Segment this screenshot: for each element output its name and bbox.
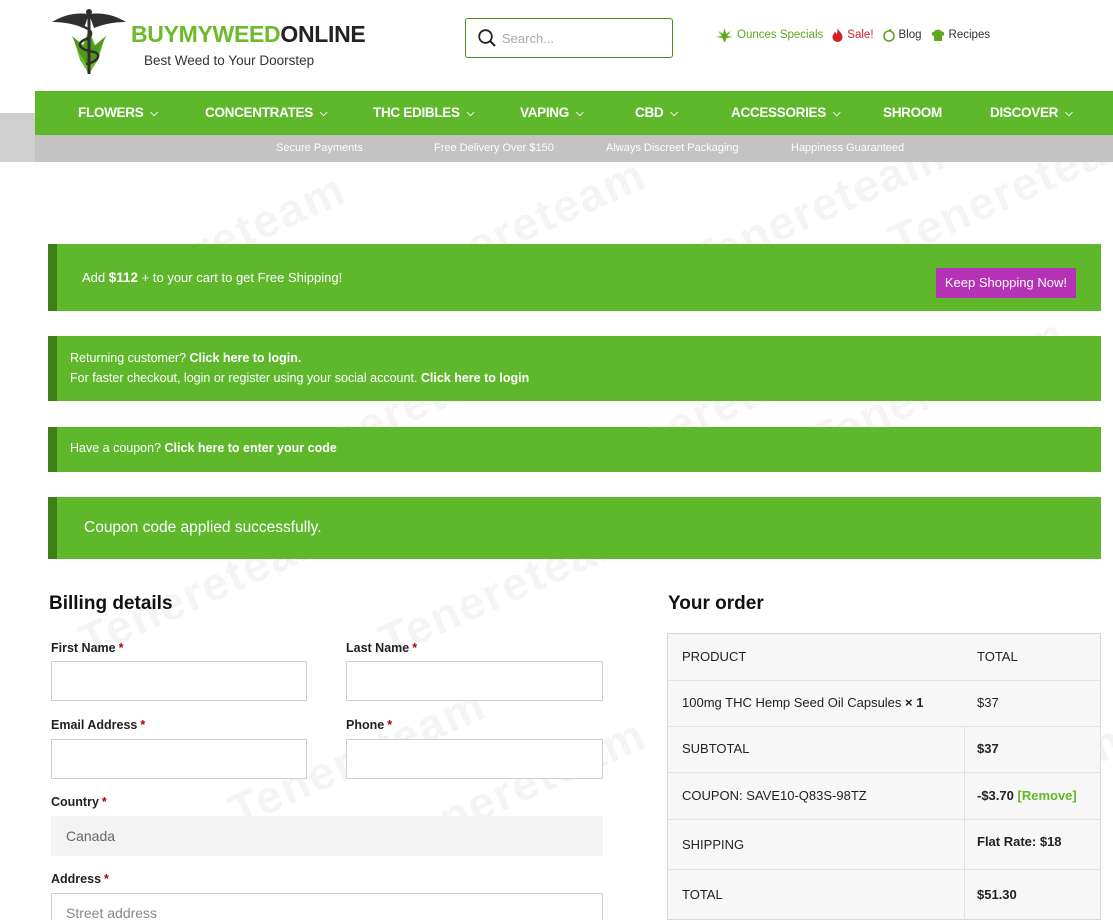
- total-value: $51.30: [977, 887, 1017, 902]
- first-name-label: First Name *: [51, 641, 124, 655]
- order-title: Your order: [668, 593, 764, 614]
- coupon-label: COUPON: SAVE10-Q83S-98TZ: [682, 788, 867, 803]
- benefit-secure-payments: Secure Payments: [276, 142, 363, 154]
- billing-title: Billing details: [49, 593, 173, 614]
- phone-label: Phone *: [346, 718, 393, 732]
- shipping-row: SHIPPING Flat Rate: $18: [668, 820, 1100, 870]
- search-input[interactable]: [502, 27, 662, 49]
- table-header-row: PRODUCT TOTAL: [668, 634, 1100, 681]
- chevron-down-icon: ⌵: [150, 108, 158, 119]
- order-summary-table: PRODUCT TOTAL 100mg THC Hemp Seed Oil Ca…: [667, 633, 1101, 920]
- site-logo[interactable]: BUYMYWEEDONLINE Best Weed to Your Doorst…: [50, 8, 366, 78]
- nav-thc-edibles[interactable]: THC EDIBLES ⌵: [373, 91, 474, 135]
- shipping-label: SHIPPING: [682, 837, 745, 852]
- brand-name: BUYMYWEEDONLINE: [131, 21, 366, 47]
- nav-shroom[interactable]: SHROOM: [883, 91, 942, 135]
- nav-flowers[interactable]: FLOWERS ⌵: [78, 91, 158, 135]
- search-icon: [478, 29, 496, 47]
- coupon-row: COUPON: SAVE10-Q83S-98TZ -$3.70 [Remove]: [668, 773, 1100, 820]
- coupon-success-message: Coupon code applied successfully.: [84, 519, 322, 536]
- cell-divider: [964, 870, 965, 920]
- chevron-down-icon: ⌵: [466, 108, 475, 119]
- nav-discover[interactable]: DISCOVER ⌵: [990, 91, 1073, 135]
- email-label: Email Address *: [51, 718, 146, 732]
- benefit-happiness-guaranteed: Happiness Guaranteed: [791, 142, 905, 154]
- coupon-value: -$3.70 [Remove]: [977, 788, 1077, 803]
- side-gray-strip: [0, 113, 35, 162]
- login-link[interactable]: Click here to login.: [190, 351, 302, 365]
- chef-hat-icon: [931, 29, 944, 41]
- main-nav: FLOWERS ⌵ CONCENTRATES ⌵ THC EDIBLES ⌵ VAPI…: [35, 91, 1113, 135]
- recipes-link[interactable]: Recipes: [931, 29, 990, 42]
- search-box[interactable]: [465, 18, 673, 58]
- chevron-down-icon: ⌵: [670, 108, 678, 119]
- sale-link[interactable]: Sale!: [832, 28, 874, 42]
- country-field[interactable]: Canada: [51, 816, 603, 856]
- keep-shopping-button[interactable]: Keep Shopping Now!: [935, 268, 1076, 298]
- free-shipping-notice: Add $112 + to your cart to get Free Ship…: [48, 244, 1101, 311]
- street-address-field[interactable]: Street address: [51, 893, 603, 920]
- last-name-field[interactable]: [346, 661, 603, 701]
- order-item-row: 100mg THC Hemp Seed Oil Capsules × 1 $37: [668, 681, 1100, 727]
- item-total: $37: [977, 695, 999, 710]
- phone-field[interactable]: [346, 739, 603, 779]
- item-quantity: × 1: [905, 695, 924, 710]
- top-links: Ounces Specials Sale! Blog Recipes: [716, 28, 999, 42]
- col-product-header: PRODUCT: [682, 649, 747, 664]
- free-shipping-text: Add $112 + to your cart to get Free Ship…: [82, 270, 343, 285]
- tagline: Best Weed to Your Doorstep: [144, 53, 315, 68]
- email-field[interactable]: [51, 739, 307, 779]
- nav-cbd[interactable]: CBD ⌵: [635, 91, 678, 135]
- address-label: Address *: [51, 872, 109, 886]
- subtotal-row: SUBTOTAL $37: [668, 727, 1100, 773]
- last-name-label: Last Name *: [346, 641, 418, 655]
- col-total-header: TOTAL: [977, 649, 1018, 664]
- cell-divider: [964, 773, 965, 819]
- nav-accessories[interactable]: ACCESSORIES ⌵: [731, 91, 841, 135]
- first-name-field[interactable]: [51, 661, 307, 701]
- chevron-down-icon: ⌵: [575, 108, 584, 119]
- shipping-value: Flat Rate: $18: [977, 834, 1062, 849]
- nav-vaping[interactable]: VAPING ⌵: [520, 91, 584, 135]
- coupon-notice: Have a coupon? Click here to enter your …: [48, 427, 1101, 472]
- blog-icon: [882, 28, 895, 42]
- subtotal-label: SUBTOTAL: [682, 741, 750, 756]
- total-row: TOTAL $51.30: [668, 870, 1100, 920]
- chevron-down-icon: ⌵: [1065, 108, 1073, 119]
- nav-concentrates[interactable]: CONCENTRATES ⌵: [205, 91, 327, 135]
- social-login-line: For faster checkout, login or register u…: [70, 371, 530, 385]
- chevron-down-icon: ⌵: [832, 108, 841, 119]
- cannabis-leaf-icon: [716, 28, 733, 42]
- country-label: Country *: [51, 795, 107, 809]
- benefits-bar: Secure Payments Free Delivery Over $150 …: [35, 135, 1113, 162]
- coupon-success-notice: Coupon code applied successfully.: [48, 497, 1101, 559]
- cell-divider: [964, 727, 965, 772]
- benefit-discreet-packaging: Always Discreet Packaging: [606, 142, 739, 154]
- chevron-down-icon: ⌵: [319, 108, 328, 119]
- coupon-line: Have a coupon? Click here to enter your …: [70, 441, 337, 455]
- caduceus-logo-icon: [52, 9, 126, 74]
- enter-coupon-link[interactable]: Click here to enter your code: [165, 441, 337, 455]
- returning-customer-line: Returning customer? Click here to login.: [70, 351, 302, 365]
- fire-icon: [832, 28, 843, 42]
- ounces-specials-link[interactable]: Ounces Specials: [716, 28, 823, 42]
- cell-divider: [964, 820, 965, 869]
- total-label: TOTAL: [682, 887, 723, 902]
- blog-link[interactable]: Blog: [882, 28, 922, 42]
- social-login-link[interactable]: Click here to login: [421, 371, 529, 385]
- benefit-free-delivery: Free Delivery Over $150: [434, 142, 554, 154]
- remove-coupon-link[interactable]: [Remove]: [1018, 788, 1077, 803]
- item-name: 100mg THC Hemp Seed Oil Capsules × 1: [682, 695, 924, 710]
- subtotal-value: $37: [977, 741, 999, 756]
- login-notice: Returning customer? Click here to login.…: [48, 336, 1101, 401]
